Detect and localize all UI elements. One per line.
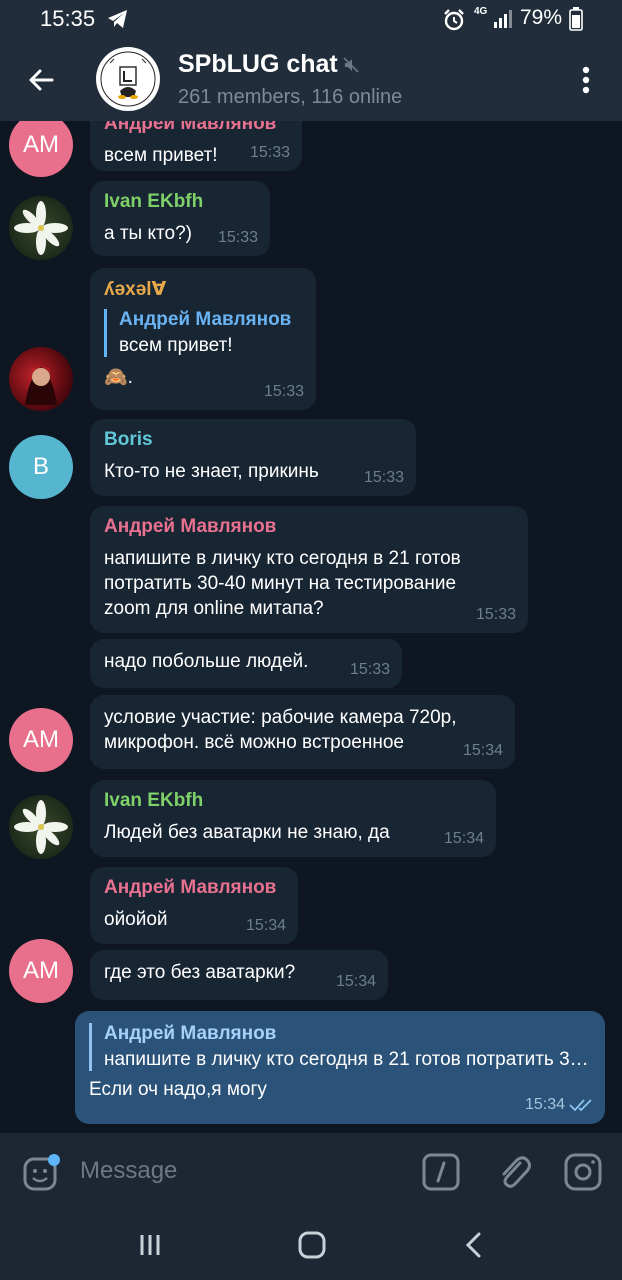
message-bubble[interactable]: Андрей Мавлянов ойойой 15:34 — [90, 867, 298, 944]
message-bubble[interactable]: Ivan EKbfh Людей без аватарки не знаю, д… — [90, 780, 496, 857]
mute-icon — [343, 57, 359, 73]
sender-name: Андрей Мавлянов — [104, 121, 277, 134]
message-bubble[interactable]: Ivan EKbfh а ты кто?) 15:33 — [90, 181, 270, 256]
message-time: 15:33 — [363, 469, 404, 486]
avatar[interactable] — [9, 347, 73, 411]
back-arrow-icon[interactable] — [22, 60, 62, 100]
message-text: напишите в личку кто сегодня в 21 готов … — [104, 548, 467, 619]
avatar[interactable]: AM — [9, 708, 73, 772]
group-avatar[interactable] — [96, 47, 160, 111]
message-time: 15:33 — [263, 383, 304, 400]
avatar[interactable]: AM — [9, 939, 73, 1003]
message-input-bar: Message — [0, 1133, 622, 1211]
reply-text: напишите в личку кто сегодня в 21 готов … — [104, 1049, 591, 1070]
message-bubble[interactable]: Андрей Мавлянов напишите в личку кто сег… — [90, 506, 528, 633]
sender-name: Андрей Мавлянов — [104, 516, 277, 537]
message-bubble[interactable]: надо побольше людей. 15:33 — [90, 639, 402, 688]
avatar[interactable]: AM — [9, 121, 73, 177]
message-time: 15:34 — [245, 917, 286, 934]
camera-icon[interactable] — [564, 1153, 602, 1191]
message-bubble[interactable]: Boris Кто-то не знает, прикинь 15:33 — [90, 419, 416, 496]
sticker-icon[interactable] — [22, 1153, 62, 1193]
chat-subtitle: 261 members, 116 online — [178, 86, 403, 108]
status-time: 15:35 — [40, 6, 96, 31]
home-icon[interactable] — [296, 1231, 328, 1259]
flower-avatar-image — [14, 800, 68, 854]
status-bar: 15:35 4G 79% — [0, 0, 622, 38]
message-time: 15:33 — [349, 661, 390, 678]
sender-name: Boris — [104, 429, 153, 450]
flower-avatar-image — [14, 201, 68, 255]
avatar[interactable] — [9, 196, 73, 260]
message-text: Людей без аватарки не знаю, да — [104, 822, 390, 843]
message-text: где это без аватарки? — [104, 962, 296, 983]
message-bubble[interactable]: ʎəxəl∀ Андрей Мавлянов всем привет! 🙈. 1… — [90, 268, 316, 410]
sender-name: ʎəxəl∀ — [104, 279, 167, 300]
sender-name: Андрей Мавлянов — [104, 877, 277, 898]
message-bubble[interactable]: где это без аватарки? 15:34 — [90, 950, 388, 1000]
message-time: 15:34 — [443, 830, 484, 847]
attach-icon[interactable] — [496, 1153, 532, 1191]
message-bubble[interactable]: условие участие: рабочие камера 720p, ми… — [90, 695, 515, 769]
message-text: Кто-то не знает, прикинь — [104, 461, 319, 482]
message-time: 15:33 — [475, 606, 516, 623]
reply-sender: Андрей Мавлянов — [104, 1023, 277, 1044]
red-avatar-image — [25, 366, 57, 405]
message-time: 15:34 — [462, 742, 503, 759]
message-list[interactable]: AM Андрей Мавлянов всем привет! 15:33 Iv… — [0, 121, 622, 1133]
alarm-icon — [444, 9, 464, 31]
reply-preview[interactable]: Андрей Мавлянов всем привет! — [104, 309, 302, 357]
sender-name: Ivan EKbfh — [104, 790, 204, 811]
message-text: надо побольше людей. — [104, 651, 309, 672]
system-nav-bar — [0, 1211, 622, 1280]
message-input[interactable]: Message — [80, 1157, 177, 1185]
double-check-icon — [569, 1099, 592, 1112]
spblug-logo — [97, 48, 159, 110]
chat-header: SPbLUG chat 261 members, 116 online — [0, 38, 622, 121]
message-time: 15:33 — [249, 144, 290, 161]
message-time: 15:33 — [217, 229, 258, 246]
slash-command-icon[interactable] — [422, 1153, 460, 1191]
own-message-bubble[interactable]: Андрей Мавлянов напишите в личку кто сег… — [75, 1011, 605, 1124]
message-text: Если оч надо,я могу — [89, 1079, 267, 1100]
battery-icon — [569, 7, 583, 31]
reply-text: всем привет! — [119, 335, 233, 356]
message-bubble[interactable]: Андрей Мавлянов всем привет! 15:33 — [90, 121, 302, 171]
network-type: 4G — [474, 6, 488, 17]
telegram-icon — [108, 10, 127, 28]
reply-preview[interactable]: Андрей Мавлянов напишите в личку кто сег… — [89, 1023, 591, 1071]
message-time: 15:34 — [335, 973, 376, 990]
battery-percent: 79% — [520, 6, 563, 29]
signal-icon — [494, 10, 512, 28]
avatar[interactable] — [9, 795, 73, 859]
avatar[interactable]: B — [9, 435, 73, 499]
message-text: условие участие: рабочие камера 720p, ми… — [104, 707, 462, 753]
more-vert-icon[interactable] — [572, 62, 600, 98]
message-time: 15:34 — [524, 1096, 565, 1113]
sender-name: Ivan EKbfh — [104, 191, 204, 212]
reply-sender: Андрей Мавлянов — [119, 309, 292, 330]
back-nav-icon[interactable] — [462, 1231, 486, 1259]
chat-title[interactable]: SPbLUG chat — [178, 50, 338, 79]
recent-apps-icon[interactable] — [136, 1231, 164, 1259]
